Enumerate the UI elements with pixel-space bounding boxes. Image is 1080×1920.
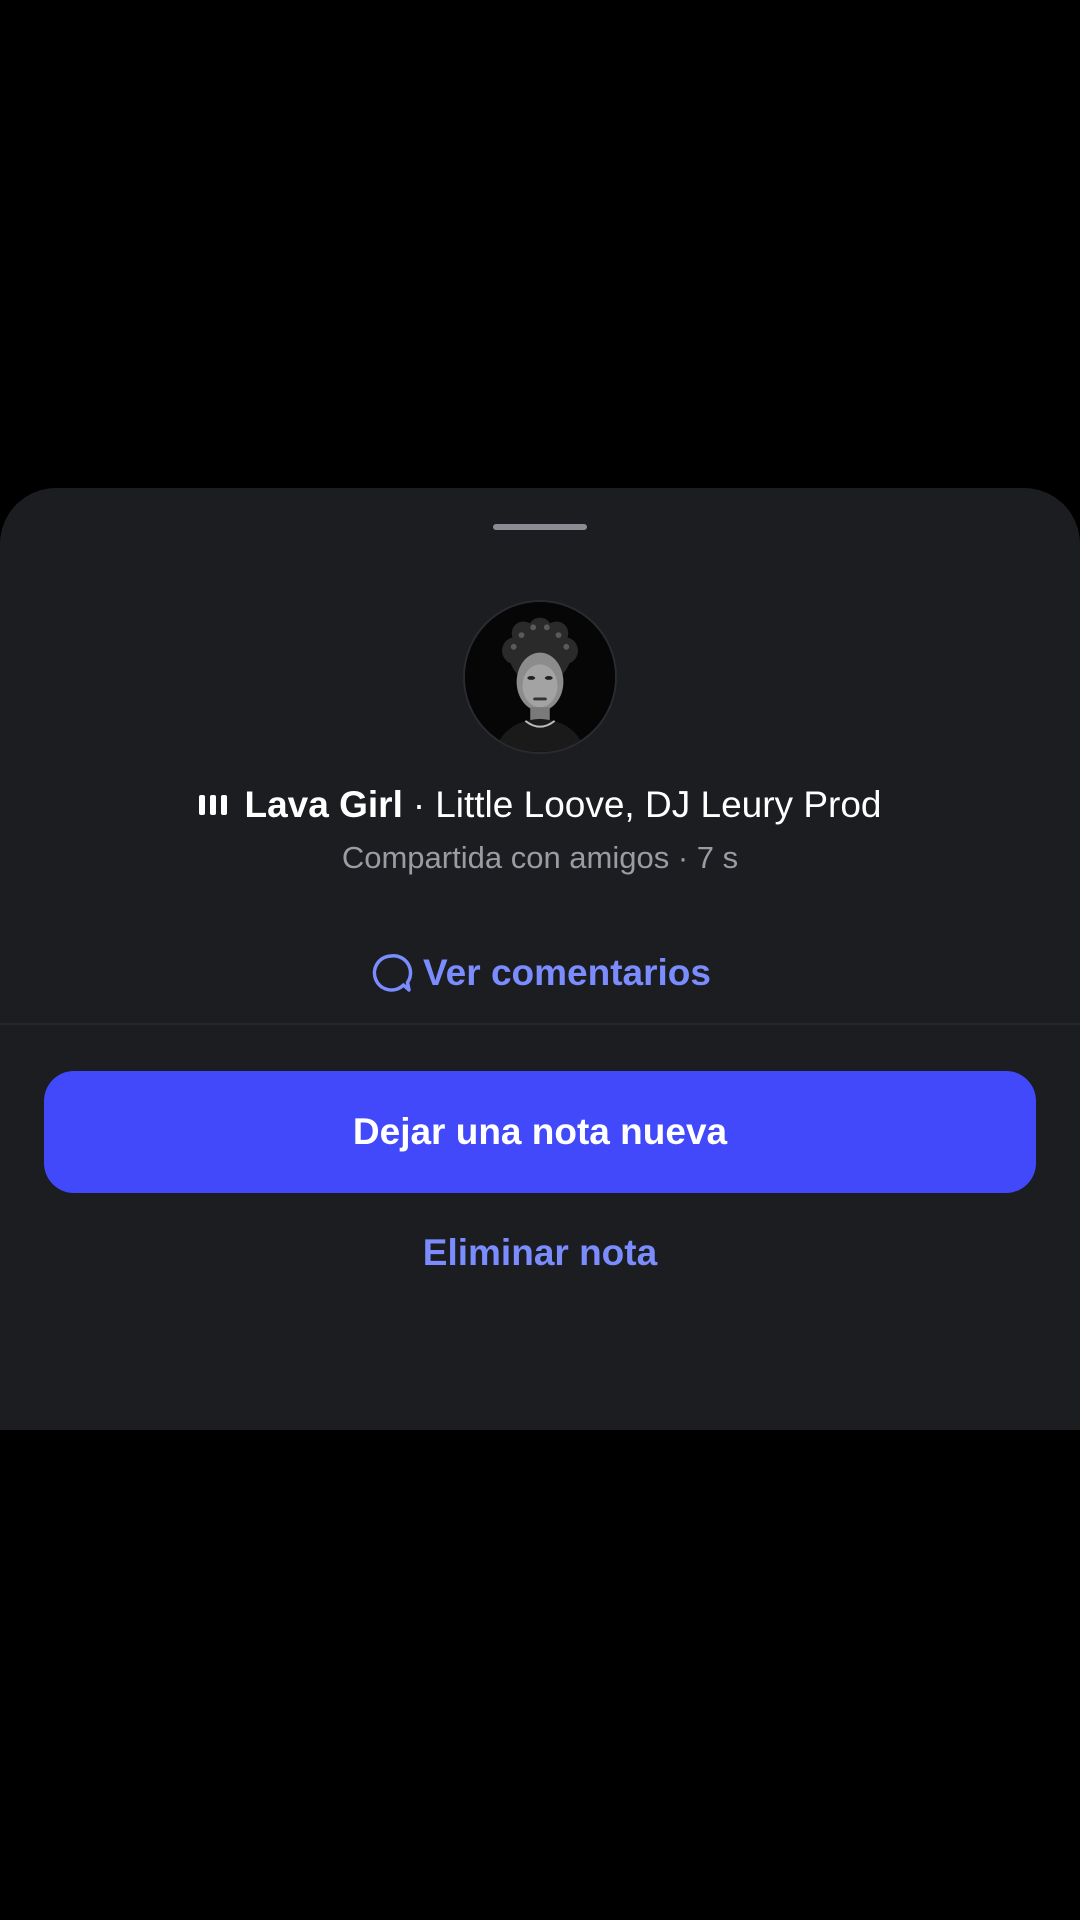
divider: [0, 1023, 1080, 1025]
avatar: [463, 600, 617, 754]
comment-bubble-icon: [372, 954, 413, 992]
view-comments-label: Ver comentarios: [423, 952, 711, 993]
delete-note-button[interactable]: Eliminar nota: [0, 1208, 1080, 1298]
avatar-portrait-image: [465, 602, 615, 752]
track-info[interactable]: Lava Girl · Little Loove, DJ Leury Prod: [0, 780, 1080, 830]
new-note-button[interactable]: Dejar una nota nueva: [44, 1071, 1036, 1193]
bottom-sheet: Lava Girl · Little Loove, DJ Leury Prod …: [0, 488, 1080, 1430]
sheet-drag-handle[interactable]: [493, 524, 587, 530]
screen: Lava Girl · Little Loove, DJ Leury Prod …: [0, 0, 1080, 1920]
song-artists: Little Loove, DJ Leury Prod: [435, 784, 882, 825]
song-title: Lava Girl: [244, 784, 403, 825]
view-comments-link[interactable]: Ver comentarios: [0, 946, 1080, 1000]
separator: ·: [412, 784, 426, 825]
music-bars-icon: [198, 793, 227, 817]
shared-with-text: Compartida con amigos · 7 s: [341, 840, 739, 875]
